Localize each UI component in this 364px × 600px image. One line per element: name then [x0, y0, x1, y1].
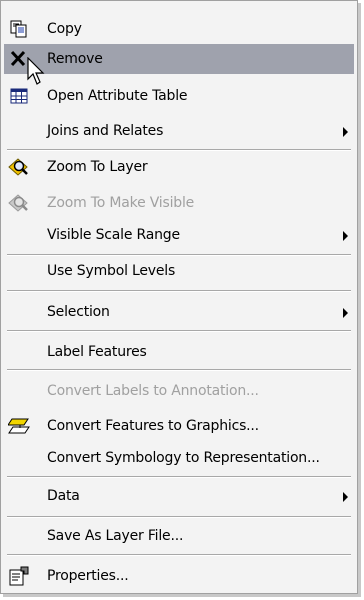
menu-item-data[interactable]: Data [4, 481, 354, 511]
menu-separator [7, 330, 351, 332]
menu-item-copy[interactable]: Copy [4, 14, 354, 44]
menu-separator [7, 516, 351, 518]
attribute-table-icon [8, 86, 30, 106]
menu-item-zoom-to-make-visible[interactable]: Zoom To Make Visible [4, 188, 354, 218]
menu-item-label: Visible Scale Range [47, 227, 180, 243]
menu-item-label: Save As Layer File... [47, 528, 184, 544]
layer-context-menu: Copy Remove Open Attribute Table Joins a… [0, 0, 358, 594]
menu-item-label: Zoom To Layer [47, 159, 148, 175]
submenu-arrow-icon [343, 308, 348, 318]
menu-item-convert-features-to-graphics[interactable]: Convert Features to Graphics... [4, 411, 354, 441]
submenu-arrow-icon [343, 492, 348, 502]
menu-separator [7, 149, 351, 151]
menu-item-label: Data [47, 488, 80, 504]
copy-icon [8, 19, 30, 39]
menu-item-label: Remove [47, 51, 103, 67]
menu-separator [7, 554, 351, 556]
menu-item-label: Zoom To Make Visible [47, 195, 195, 211]
menu-item-convert-labels-to-annotation[interactable]: Convert Labels to Annotation... [4, 376, 354, 406]
zoom-to-layer-icon [8, 157, 30, 177]
menu-item-visible-scale-range[interactable]: Visible Scale Range [4, 220, 354, 250]
menu-item-use-symbol-levels[interactable]: Use Symbol Levels [4, 256, 354, 286]
menu-item-remove[interactable]: Remove [4, 44, 354, 74]
menu-item-properties[interactable]: Properties... [4, 561, 354, 591]
menu-separator [7, 476, 351, 478]
menu-item-label: Label Features [47, 344, 147, 360]
menu-item-save-as-layer-file[interactable]: Save As Layer File... [4, 521, 354, 551]
menu-item-selection[interactable]: Selection [4, 297, 354, 327]
convert-features-icon [8, 416, 30, 436]
menu-item-label-features[interactable]: Label Features [4, 337, 354, 367]
menu-item-label: Use Symbol Levels [47, 263, 176, 279]
menu-item-label: Convert Labels to Annotation... [47, 383, 259, 399]
menu-item-label: Convert Features to Graphics... [47, 418, 259, 434]
menu-separator [7, 290, 351, 292]
menu-item-convert-symbology-to-representation[interactable]: Convert Symbology to Representation... [4, 443, 354, 473]
zoom-to-make-visible-icon [8, 193, 30, 213]
mouse-cursor-icon [27, 57, 45, 85]
menu-item-open-attribute-table[interactable]: Open Attribute Table [4, 81, 354, 111]
menu-item-joins-and-relates[interactable]: Joins and Relates [4, 116, 354, 146]
menu-separator [7, 369, 351, 371]
submenu-arrow-icon [343, 231, 348, 241]
menu-item-label: Convert Symbology to Representation... [47, 450, 320, 466]
menu-item-label: Selection [47, 304, 110, 320]
menu-item-label: Open Attribute Table [47, 88, 188, 104]
menu-item-label: Copy [47, 21, 82, 37]
menu-item-label: Joins and Relates [47, 123, 164, 139]
properties-icon [8, 566, 30, 586]
submenu-arrow-icon [343, 127, 348, 137]
menu-item-zoom-to-layer[interactable]: Zoom To Layer [4, 152, 354, 182]
menu-item-label: Properties... [47, 568, 129, 584]
